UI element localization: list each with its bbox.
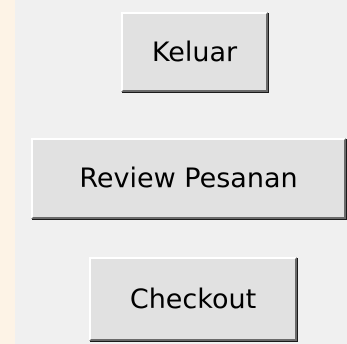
review-pesanan-button[interactable]: Review Pesanan xyxy=(31,138,346,219)
checkout-button[interactable]: Checkout xyxy=(89,257,297,341)
keluar-button[interactable]: Keluar xyxy=(121,12,268,92)
